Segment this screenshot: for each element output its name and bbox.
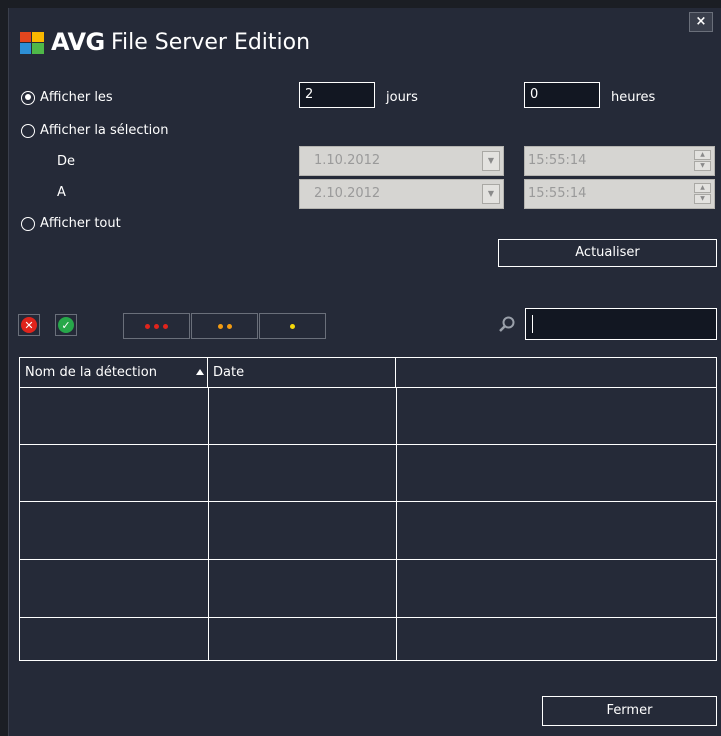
radio-show-all-label: Afficher tout (40, 216, 121, 231)
to-label: A (57, 185, 66, 200)
text-caret (532, 315, 533, 333)
days-label: jours (386, 90, 418, 105)
hours-label: heures (611, 90, 656, 105)
chevron-down-icon[interactable]: ▼ (482, 151, 500, 171)
to-date-picker[interactable]: 2.10.2012 ▼ (299, 179, 504, 209)
column-divider (396, 388, 397, 660)
green-check-icon: ✓ (58, 317, 74, 333)
from-date-value: 1.10.2012 (314, 153, 381, 168)
row-divider (20, 444, 716, 445)
close-button[interactable]: Fermer (542, 696, 717, 726)
close-window-button[interactable]: × (689, 12, 713, 32)
row-divider (20, 559, 716, 560)
radio-show-all[interactable]: Afficher tout (21, 216, 121, 231)
radio-show-last[interactable]: Afficher les (21, 90, 113, 105)
row-divider (20, 617, 716, 618)
filter-remove-button[interactable]: ✕ (18, 314, 40, 336)
from-time-value: 15:55:14 (528, 153, 587, 168)
radio-indicator[interactable] (21, 123, 35, 138)
filter-ok-button[interactable]: ✓ (55, 314, 77, 336)
detections-table: Nom de la détection Date (19, 357, 717, 661)
search-input[interactable] (525, 308, 717, 340)
column-header-extra[interactable] (396, 358, 716, 388)
filter-high-severity-button[interactable] (123, 313, 190, 339)
refresh-button[interactable]: Actualiser (498, 239, 717, 267)
column-header-detection-name[interactable]: Nom de la détection (20, 358, 208, 388)
time-spinner[interactable]: ▲ ▼ (694, 150, 711, 172)
radio-show-selection-label: Afficher la sélection (40, 123, 169, 138)
radio-indicator[interactable] (21, 90, 35, 105)
chevron-down-icon[interactable]: ▼ (482, 184, 500, 204)
dialog-window: AVG File Server Edition × Afficher les 2… (8, 8, 721, 736)
column-divider (208, 388, 209, 660)
sort-ascending-icon (196, 369, 204, 375)
radio-indicator[interactable] (21, 216, 35, 231)
filter-low-severity-button[interactable] (259, 313, 326, 339)
row-divider (20, 501, 716, 502)
brand-name: AVG (51, 28, 105, 56)
red-x-icon: ✕ (21, 317, 37, 333)
from-time-picker[interactable]: 15:55:14 ▲ ▼ (524, 146, 715, 176)
radio-show-last-label: Afficher les (40, 90, 113, 105)
from-date-picker[interactable]: 1.10.2012 ▼ (299, 146, 504, 176)
column-header-date[interactable]: Date (208, 358, 396, 388)
column-header-label: Nom de la détection (25, 365, 157, 380)
filter-medium-severity-button[interactable] (191, 313, 258, 339)
avg-logo-icon (20, 32, 46, 54)
to-time-value: 15:55:14 (528, 186, 587, 201)
radio-show-selection[interactable]: Afficher la sélection (21, 123, 168, 138)
to-time-picker[interactable]: 15:55:14 ▲ ▼ (524, 179, 715, 209)
to-date-value: 2.10.2012 (314, 186, 381, 201)
search-icon (499, 316, 515, 332)
hours-input[interactable]: 0 (524, 82, 600, 108)
window-title: File Server Edition (111, 30, 311, 55)
column-header-label: Date (213, 365, 245, 380)
days-input[interactable]: 2 (299, 82, 375, 108)
from-label: De (57, 154, 76, 169)
time-spinner[interactable]: ▲ ▼ (694, 183, 711, 205)
